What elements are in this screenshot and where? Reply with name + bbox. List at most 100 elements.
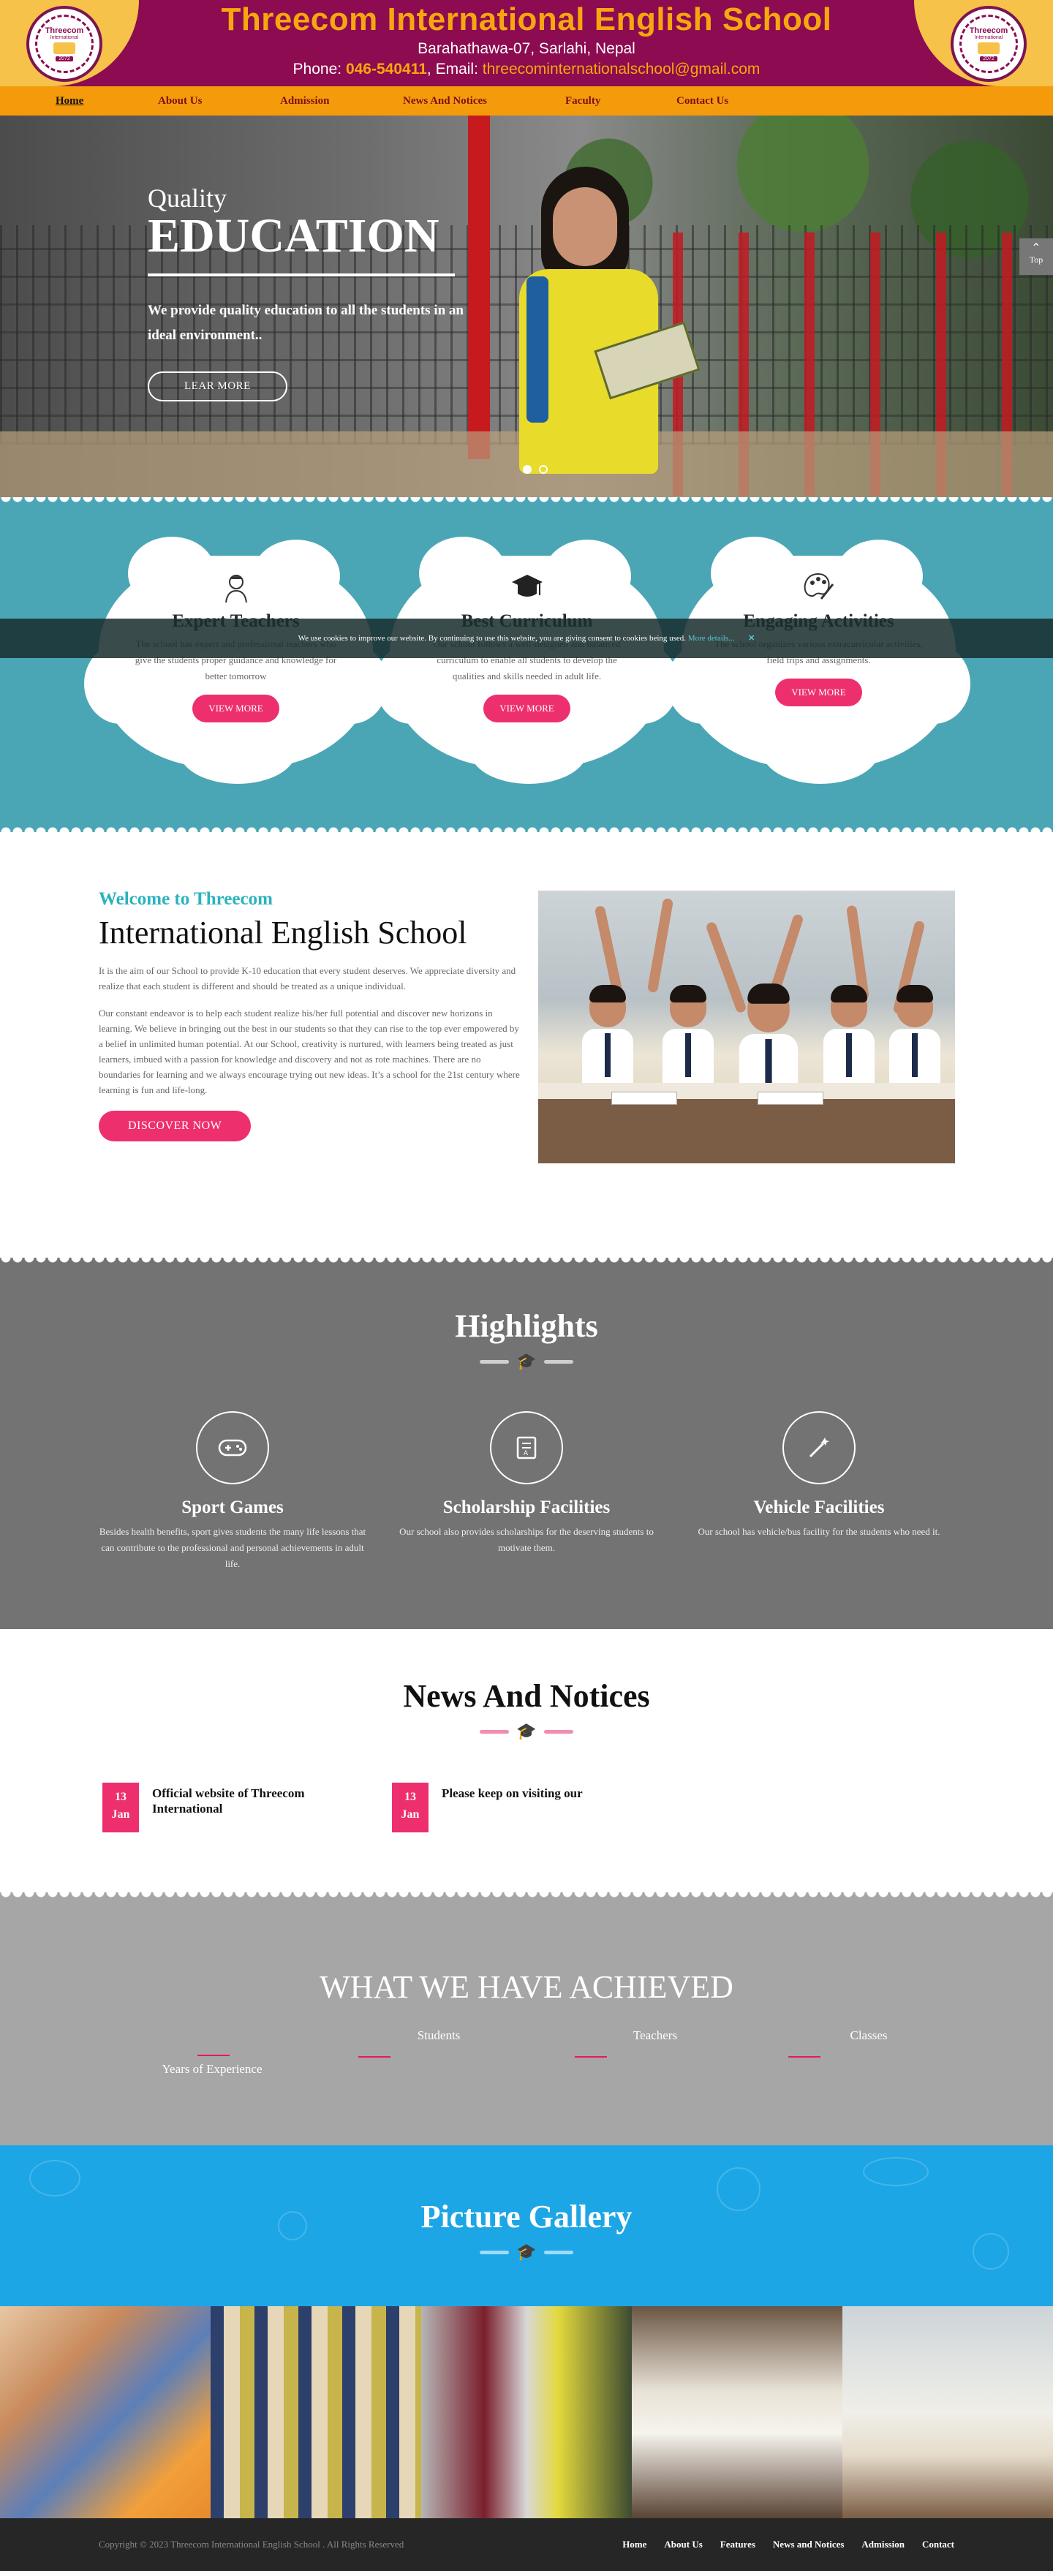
nav-about-us[interactable]: About Us	[158, 95, 280, 107]
gamepad-icon	[196, 1411, 269, 1484]
logo-year: 2072	[980, 56, 997, 61]
feature-card-best-curriculum: Best Curriculum Our school follows a wel…	[375, 537, 679, 784]
photo-student	[582, 985, 633, 1098]
highlight-description: Besides health benefits, sport gives stu…	[99, 1526, 366, 1569]
stat-line	[788, 2056, 820, 2058]
close-icon[interactable]: ✕	[748, 619, 755, 658]
view-more-button[interactable]: VIEW MORE	[192, 695, 279, 722]
footer-link-about-us[interactable]: About Us	[664, 2539, 702, 2550]
hero-slider: Quality EDUCATION We provide quality edu…	[0, 116, 1053, 497]
teacher-icon	[217, 569, 255, 607]
site-header: Threecom International 2072 Threecom Int…	[0, 0, 1053, 116]
back-to-top-label: Top	[1029, 254, 1043, 265]
highlight-description: Our school has vehicle/bus facility for …	[698, 1526, 940, 1537]
welcome-paragraph-2: Our constant endeavor is to help each st…	[99, 1008, 520, 1095]
divider-bar	[543, 1359, 573, 1364]
welcome-paragraph-1: It is the aim of our School to provide K…	[99, 965, 516, 992]
gallery-header: Picture Gallery 🎓	[0, 2145, 1053, 2306]
stat-students: Students	[358, 2028, 519, 2063]
wavy-edge-bottom	[0, 823, 1053, 832]
photo-arm	[646, 897, 674, 994]
graduation-cap-icon: 🎓	[516, 2243, 537, 2261]
stat-teachers: Teachers	[575, 2028, 736, 2063]
achievements-title: WHAT WE HAVE ACHIEVED	[320, 1969, 733, 2005]
slider-dot-1[interactable]	[523, 465, 532, 474]
section-divider: 🎓	[0, 1353, 1053, 1370]
learn-more-button[interactable]: LEAR MORE	[148, 371, 287, 401]
school-logo-left[interactable]: Threecom International 2072	[26, 6, 102, 82]
footer-link-admission[interactable]: Admission	[861, 2539, 905, 2550]
wavy-edge-top	[0, 1892, 1053, 1901]
highlight-sport-games: Sport Games Besides health benefits, spo…	[94, 1411, 371, 1572]
footer-link-news[interactable]: News and Notices	[773, 2539, 845, 2550]
palette-icon	[800, 569, 838, 607]
stat-label: Years of Experience	[162, 2062, 263, 2076]
stat-line	[358, 2056, 390, 2058]
nav-faculty[interactable]: Faculty	[565, 95, 676, 107]
footer-link-contact[interactable]: Contact	[922, 2539, 954, 2550]
gallery-photo-4[interactable]	[632, 2306, 842, 2518]
copyright-text: Copyright © 2023 Threecom International …	[99, 2539, 404, 2550]
news-headline[interactable]: Please keep on visiting our	[442, 1786, 617, 1832]
features-section: Expert Teachers The school has expert an…	[0, 497, 1053, 832]
feature-card-engaging-activities: Engaging Activities The school organizes…	[667, 537, 970, 784]
photo-book	[611, 1092, 677, 1105]
section-divider: 🎓	[0, 1723, 1053, 1740]
stat-years: Years of Experience	[132, 2041, 292, 2077]
welcome-text: Welcome to Threecom International Englis…	[99, 889, 523, 1141]
view-more-button[interactable]: VIEW MORE	[483, 695, 570, 722]
slider-dot-2[interactable]	[539, 465, 548, 474]
graduation-cap-icon: 🎓	[516, 1722, 537, 1740]
news-title: News And Notices	[403, 1678, 650, 1714]
cookie-more-details-link[interactable]: More details...	[688, 634, 735, 643]
back-to-top-button[interactable]: ⌃ Top	[1019, 238, 1053, 275]
news-item[interactable]: 13 Jan Official website of Threecom Inte…	[102, 1783, 328, 1832]
nav-admission[interactable]: Admission	[280, 95, 403, 107]
gallery-photos	[0, 2306, 1053, 2518]
nav-news-and-notices[interactable]: News And Notices	[403, 95, 565, 107]
highlight-vehicle: Vehicle Facilities Our school has vehicl…	[680, 1411, 958, 1540]
news-date-badge: 13 Jan	[102, 1783, 139, 1832]
logo-year: 2072	[56, 56, 73, 61]
welcome-section: Welcome to Threecom International Englis…	[0, 832, 1053, 1258]
gallery-photo-3[interactable]	[421, 2306, 632, 2518]
wavy-edge-top	[0, 1258, 1053, 1266]
stat-line	[575, 2056, 607, 2058]
logo-sub: International	[50, 34, 79, 40]
photo-student-head	[831, 985, 867, 1027]
news-item[interactable]: 13 Jan Please keep on visiting our	[392, 1783, 617, 1832]
footer-nav: Home About Us Features News and Notices …	[608, 2538, 954, 2551]
phone-label: Phone:	[292, 61, 342, 78]
news-headline[interactable]: Official website of Threecom Internation…	[152, 1786, 328, 1832]
photo-student-head	[897, 985, 933, 1027]
view-more-button[interactable]: VIEW MORE	[775, 679, 862, 706]
highlight-title: Sport Games	[181, 1497, 284, 1517]
classroom-photo	[538, 891, 955, 1163]
graduation-cap-icon	[508, 569, 546, 607]
school-title: Threecom International English School	[221, 1, 832, 37]
nav-home[interactable]: Home	[56, 95, 158, 107]
book-icon: A	[490, 1411, 563, 1484]
highlights-title: Highlights	[455, 1308, 598, 1344]
school-address: Barahathawa-07, Sarlahi, Nepal	[418, 40, 635, 57]
gallery-photo-5[interactable]	[842, 2306, 1053, 2518]
email-address[interactable]: threecominternationalschool@gmail.com	[483, 61, 760, 78]
photo-student-head	[589, 985, 626, 1027]
gallery-photo-1[interactable]	[0, 2306, 211, 2518]
footer-link-features[interactable]: Features	[720, 2539, 755, 2550]
hero-student-image	[497, 167, 701, 497]
gallery-section: Picture Gallery 🎓	[0, 2145, 1053, 2518]
header-banner: Threecom International 2072 Threecom Int…	[0, 0, 1053, 86]
school-contact: Phone: 046-540411, Email: threecomintern…	[139, 61, 914, 78]
stat-line	[197, 2055, 230, 2056]
discover-now-button[interactable]: DISCOVER NOW	[99, 1111, 252, 1141]
nav-contact-us[interactable]: Contact Us	[676, 95, 793, 107]
stat-label: Teachers	[633, 2028, 678, 2042]
gallery-photo-2[interactable]	[211, 2306, 421, 2518]
footer-link-home[interactable]: Home	[622, 2539, 646, 2550]
highlight-title: Scholarship Facilities	[442, 1497, 611, 1517]
feature-card-expert-teachers: Expert Teachers The school has expert an…	[84, 537, 388, 784]
divider-bar	[480, 1729, 510, 1734]
divider-bar	[480, 1359, 510, 1364]
hero-student-bag-strap	[526, 276, 548, 423]
